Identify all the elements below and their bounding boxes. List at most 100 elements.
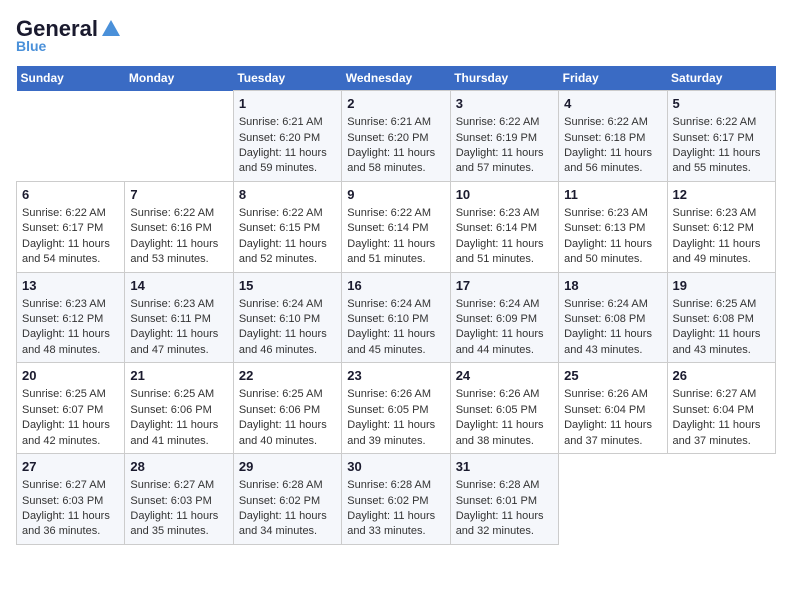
sunset-text: Sunset: 6:18 PM	[564, 131, 661, 146]
logo-blue-text: Blue	[16, 38, 46, 54]
daylight-text: Daylight: 11 hours and 53 minutes.	[130, 237, 227, 268]
day-number: 5	[673, 95, 770, 113]
calendar-week-row: 6Sunrise: 6:22 AMSunset: 6:17 PMDaylight…	[17, 181, 776, 272]
sunset-text: Sunset: 6:08 PM	[673, 312, 770, 327]
calendar-table: SundayMondayTuesdayWednesdayThursdayFrid…	[16, 66, 776, 545]
logo-icon	[100, 18, 122, 40]
calendar-cell: 17Sunrise: 6:24 AMSunset: 6:09 PMDayligh…	[450, 272, 558, 363]
day-number: 18	[564, 277, 661, 295]
sunset-text: Sunset: 6:05 PM	[456, 403, 553, 418]
sunrise-text: Sunrise: 6:26 AM	[564, 387, 661, 402]
calendar-cell: 10Sunrise: 6:23 AMSunset: 6:14 PMDayligh…	[450, 181, 558, 272]
calendar-cell: 7Sunrise: 6:22 AMSunset: 6:16 PMDaylight…	[125, 181, 233, 272]
daylight-text: Daylight: 11 hours and 47 minutes.	[130, 327, 227, 358]
calendar-cell: 11 Sunrise: 6:23 AMSunset: 6:13 PMDayligh…	[559, 181, 667, 272]
daylight-text: Daylight: 11 hours and 58 minutes.	[347, 146, 444, 177]
day-number: 2	[347, 95, 444, 113]
logo: General Blue	[16, 16, 122, 54]
sunset-text: Sunset: 6:10 PM	[347, 312, 444, 327]
sunset-text: Sunset: 6:04 PM	[564, 403, 661, 418]
calendar-cell: 30Sunrise: 6:28 AMSunset: 6:02 PMDayligh…	[342, 454, 450, 545]
sunset-text: Sunset: 6:16 PM	[130, 221, 227, 236]
sunset-text: Sunset: 6:14 PM	[456, 221, 553, 236]
calendar-cell: 5Sunrise: 6:22 AMSunset: 6:17 PMDaylight…	[667, 91, 775, 182]
sunset-text: Sunset: 6:06 PM	[239, 403, 336, 418]
calendar-cell: 26 Sunrise: 6:27 AMSunset: 6:04 PMDayligh…	[667, 363, 775, 454]
sunrise-text: Sunrise: 6:21 AM	[239, 115, 336, 130]
sunset-text: Sunset: 6:12 PM	[673, 221, 770, 236]
sunrise-text: Sunrise: 6:22 AM	[673, 115, 770, 130]
daylight-text: Daylight: 11 hours and 32 minutes.	[456, 509, 553, 540]
sunset-text: Sunset: 6:09 PM	[456, 312, 553, 327]
day-number: 20	[22, 367, 119, 385]
sunrise-text: Sunrise: 6:23 AM	[22, 297, 119, 312]
sunset-text: Sunset: 6:13 PM	[564, 221, 661, 236]
sunrise-text: Sunrise: 6:22 AM	[347, 206, 444, 221]
daylight-text: Daylight: 11 hours and 51 minutes.	[456, 237, 553, 268]
sunrise-text: Sunrise: 6:27 AM	[673, 387, 770, 402]
day-number: 26	[673, 367, 770, 385]
sunset-text: Sunset: 6:17 PM	[22, 221, 119, 236]
sunrise-text: Sunrise: 6:25 AM	[239, 387, 336, 402]
sunrise-text: Sunrise: 6:22 AM	[456, 115, 553, 130]
daylight-text: Daylight: 11 hours and 57 minutes.	[456, 146, 553, 177]
calendar-week-row: 27Sunrise: 6:27 AMSunset: 6:03 PMDayligh…	[17, 454, 776, 545]
calendar-cell: 22Sunrise: 6:25 AMSunset: 6:06 PMDayligh…	[233, 363, 341, 454]
sunset-text: Sunset: 6:15 PM	[239, 221, 336, 236]
day-number: 29	[239, 458, 336, 476]
sunset-text: Sunset: 6:20 PM	[347, 131, 444, 146]
calendar-cell	[559, 454, 667, 545]
sunrise-text: Sunrise: 6:24 AM	[456, 297, 553, 312]
calendar-cell: 29Sunrise: 6:28 AMSunset: 6:02 PMDayligh…	[233, 454, 341, 545]
sunset-text: Sunset: 6:19 PM	[456, 131, 553, 146]
day-header-monday: Monday	[125, 66, 233, 91]
day-number: 19	[673, 277, 770, 295]
day-number: 28	[130, 458, 227, 476]
calendar-cell: 9Sunrise: 6:22 AMSunset: 6:14 PMDaylight…	[342, 181, 450, 272]
calendar-cell: 28Sunrise: 6:27 AMSunset: 6:03 PMDayligh…	[125, 454, 233, 545]
calendar-cell: 2Sunrise: 6:21 AMSunset: 6:20 PMDaylight…	[342, 91, 450, 182]
calendar-cell: 25Sunrise: 6:26 AMSunset: 6:04 PMDayligh…	[559, 363, 667, 454]
page-header: General Blue	[16, 16, 776, 54]
sunset-text: Sunset: 6:10 PM	[239, 312, 336, 327]
sunset-text: Sunset: 6:20 PM	[239, 131, 336, 146]
sunrise-text: Sunrise: 6:23 AM	[130, 297, 227, 312]
sunrise-text: Sunrise: 6:22 AM	[239, 206, 336, 221]
calendar-cell: 31Sunrise: 6:28 AMSunset: 6:01 PMDayligh…	[450, 454, 558, 545]
day-header-thursday: Thursday	[450, 66, 558, 91]
sunrise-text: Sunrise: 6:22 AM	[564, 115, 661, 130]
sunrise-text: Sunrise: 6:23 AM	[564, 206, 661, 221]
sunset-text: Sunset: 6:05 PM	[347, 403, 444, 418]
day-number: 4	[564, 95, 661, 113]
daylight-text: Daylight: 11 hours and 48 minutes.	[22, 327, 119, 358]
sunrise-text: Sunrise: 6:27 AM	[22, 478, 119, 493]
day-number: 24	[456, 367, 553, 385]
calendar-cell: 21Sunrise: 6:25 AMSunset: 6:06 PMDayligh…	[125, 363, 233, 454]
calendar-week-row: 1Sunrise: 6:21 AMSunset: 6:20 PMDaylight…	[17, 91, 776, 182]
daylight-text: Daylight: 11 hours and 37 minutes.	[673, 418, 770, 449]
day-header-friday: Friday	[559, 66, 667, 91]
daylight-text: Daylight: 11 hours and 50 minutes.	[564, 237, 661, 268]
day-number: 1	[239, 95, 336, 113]
day-number: 15	[239, 277, 336, 295]
sunrise-text: Sunrise: 6:28 AM	[347, 478, 444, 493]
calendar-cell: 6Sunrise: 6:22 AMSunset: 6:17 PMDaylight…	[17, 181, 125, 272]
sunset-text: Sunset: 6:08 PM	[564, 312, 661, 327]
sunset-text: Sunset: 6:06 PM	[130, 403, 227, 418]
sunrise-text: Sunrise: 6:23 AM	[673, 206, 770, 221]
sunset-text: Sunset: 6:07 PM	[22, 403, 119, 418]
sunset-text: Sunset: 6:01 PM	[456, 494, 553, 509]
sunset-text: Sunset: 6:12 PM	[22, 312, 119, 327]
daylight-text: Daylight: 11 hours and 37 minutes.	[564, 418, 661, 449]
day-header-sunday: Sunday	[17, 66, 125, 91]
daylight-text: Daylight: 11 hours and 34 minutes.	[239, 509, 336, 540]
day-number: 11	[564, 186, 661, 204]
day-number: 22	[239, 367, 336, 385]
sunset-text: Sunset: 6:04 PM	[673, 403, 770, 418]
daylight-text: Daylight: 11 hours and 56 minutes.	[564, 146, 661, 177]
day-number: 12	[673, 186, 770, 204]
sunset-text: Sunset: 6:02 PM	[347, 494, 444, 509]
sunset-text: Sunset: 6:03 PM	[130, 494, 227, 509]
sunrise-text: Sunrise: 6:26 AM	[456, 387, 553, 402]
sunset-text: Sunset: 6:17 PM	[673, 131, 770, 146]
